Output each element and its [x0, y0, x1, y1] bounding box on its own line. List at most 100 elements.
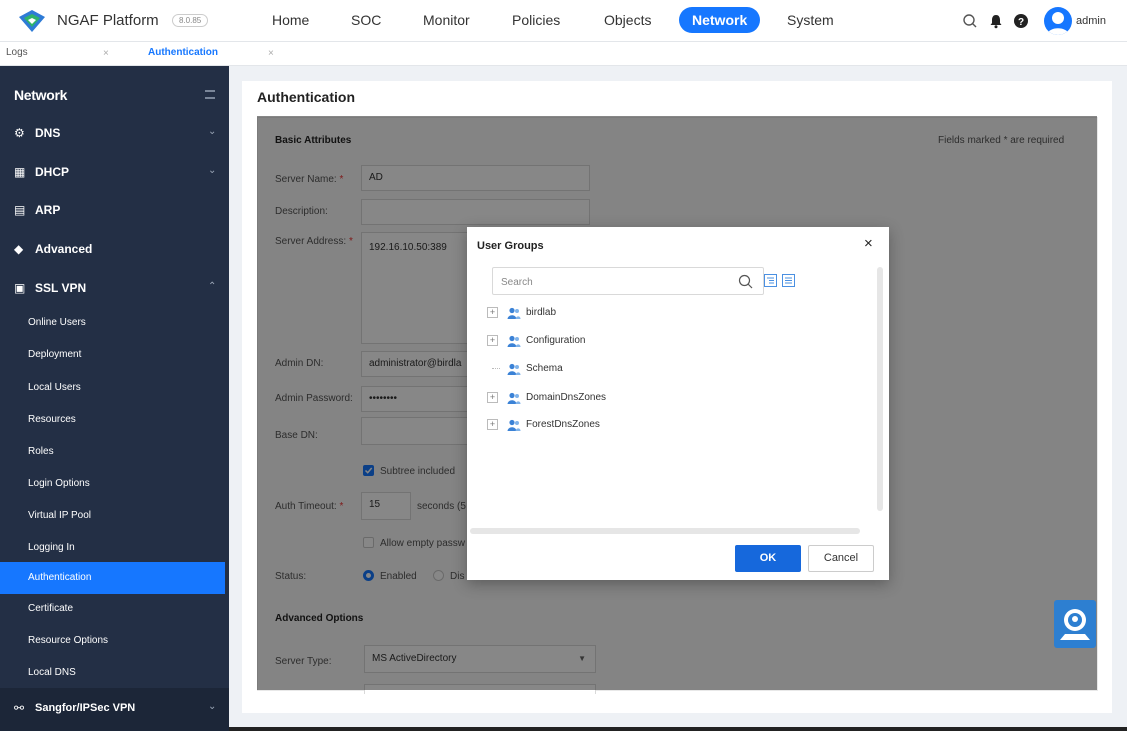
user-groups-dialog: User Groups × + birdlab + Configuration …: [467, 227, 889, 580]
sidebar-item-local-users[interactable]: Local Users: [0, 372, 225, 404]
dialog-title: User Groups: [477, 240, 544, 252]
sidebar-item-resources[interactable]: Resources: [0, 404, 225, 436]
nav-objects[interactable]: Objects: [604, 12, 651, 28]
robot-icon: [1060, 609, 1090, 640]
nav-monitor[interactable]: Monitor: [423, 12, 470, 28]
sidebar-section-label: Sangfor/IPSec VPN: [35, 702, 136, 714]
sidebar-item-label: Authentication: [28, 572, 92, 583]
username[interactable]: admin: [1076, 15, 1106, 27]
tree-connector: [492, 368, 500, 369]
sidebar-item-login-options[interactable]: Login Options: [0, 468, 225, 500]
tab-authentication-close-icon[interactable]: ×: [268, 42, 274, 66]
nav-soc[interactable]: SOC: [351, 12, 381, 28]
sidebar-item-certificate[interactable]: Certificate: [0, 593, 225, 625]
sidebar-section-label: Advanced: [35, 242, 93, 256]
user-group-icon: [507, 419, 521, 431]
chevron-down-icon: ⌄: [208, 165, 217, 176]
sidebar-section-arp[interactable]: ▤ ARP: [0, 191, 229, 229]
sidebar-item-resource-options[interactable]: Resource Options: [0, 625, 225, 657]
tree-node-label: birdlab: [526, 307, 557, 318]
nav-network[interactable]: Network: [679, 7, 761, 33]
nav-home[interactable]: Home: [272, 12, 309, 28]
tab-logs[interactable]: Logs: [6, 42, 28, 66]
dns-icon: ⚙: [14, 126, 25, 140]
sidebar-item-label: Roles: [28, 446, 54, 457]
nav-system[interactable]: System: [787, 12, 834, 28]
avatar[interactable]: [1044, 7, 1072, 35]
sidebar-item-label: Logging In: [28, 542, 75, 553]
sidebar-item-label: Deployment: [28, 349, 82, 360]
sidebar-section-label: ARP: [35, 203, 61, 217]
nav-policies[interactable]: Policies: [512, 12, 560, 28]
sidebar-section-dhcp[interactable]: ▦ DHCP ⌄: [0, 153, 229, 191]
ok-button[interactable]: OK: [735, 545, 801, 572]
tree-node-label: Configuration: [526, 335, 586, 346]
expand-node-icon[interactable]: +: [487, 419, 498, 430]
brand-name: NGAF Platform: [57, 12, 159, 29]
sidebar-item-label: Certificate: [28, 603, 74, 614]
chevron-up-icon: ⌃: [208, 281, 217, 292]
sidebar-item-label: Virtual IP Pool: [28, 510, 92, 521]
vpn-icon: ⚯: [14, 701, 25, 715]
sidebar-item-virtual-ip-pool[interactable]: Virtual IP Pool: [0, 500, 225, 532]
bottom-strip: [229, 727, 1127, 731]
sidebar-section-advanced[interactable]: ◆ Advanced: [0, 230, 229, 268]
tab-authentication[interactable]: Authentication: [148, 42, 218, 66]
tree-node-label: DomainDnsZones: [526, 392, 607, 403]
user-group-icon: [507, 392, 521, 404]
sidebar-item-label: Online Users: [28, 317, 86, 328]
bell-icon[interactable]: [988, 13, 1004, 29]
user-icon: [1047, 12, 1069, 35]
expand-node-icon[interactable]: +: [487, 392, 498, 403]
version-badge: 8.0.85: [172, 14, 209, 27]
user-group-icon: [507, 335, 521, 347]
arp-icon: ▤: [14, 203, 26, 217]
search-icon[interactable]: [738, 274, 753, 289]
sidebar-section-ssl-vpn[interactable]: ▣ SSL VPN ⌃: [0, 269, 229, 307]
svg-text:?: ?: [1018, 17, 1024, 28]
sidebar-item-label: Resource Options: [28, 635, 109, 646]
sidebar-item-label: Resources: [28, 414, 76, 425]
sidebar-item-logging-in[interactable]: Logging In: [0, 532, 225, 564]
sidebar-item-deployment[interactable]: Deployment: [0, 339, 225, 371]
horizontal-scrollbar[interactable]: [470, 528, 860, 534]
ssl-vpn-icon: ▣: [14, 281, 26, 295]
dhcp-icon: ▦: [14, 165, 26, 179]
collapse-sidebar-icon[interactable]: [205, 90, 215, 99]
expand-node-icon[interactable]: +: [487, 307, 498, 318]
tab-strip: Logs × Authentication ×: [0, 42, 1127, 66]
expand-node-icon[interactable]: +: [487, 335, 498, 346]
sidebar-section-label: DHCP: [35, 165, 70, 179]
assistant-icon[interactable]: [1054, 600, 1096, 648]
sidebar-section-dns[interactable]: ⚙ DNS ⌄: [0, 114, 229, 152]
sidebar-title: Network: [14, 87, 68, 103]
top-bar: NGAF Platform 8.0.85 Home SOC Monitor Po…: [0, 0, 1127, 42]
tab-logs-close-icon[interactable]: ×: [103, 42, 109, 66]
sidebar-section-label: DNS: [35, 126, 61, 140]
close-icon[interactable]: ×: [864, 235, 873, 252]
search-input[interactable]: [501, 274, 731, 290]
vertical-scrollbar[interactable]: [877, 267, 883, 511]
user-group-icon: [507, 363, 521, 375]
cancel-button[interactable]: Cancel: [808, 545, 874, 572]
sidebar-item-local-dns[interactable]: Local DNS: [0, 657, 225, 689]
sidebar-item-authentication[interactable]: Authentication: [0, 562, 225, 594]
expand-all-icon[interactable]: [764, 274, 777, 287]
sidebar-item-label: Local Users: [28, 382, 81, 393]
sidebar-section-sangfor-ipsec-vpn[interactable]: ⚯ Sangfor/IPSec VPN ⌄: [0, 688, 229, 731]
sidebar-item-online-users[interactable]: Online Users: [0, 307, 225, 339]
page-title: Authentication: [257, 89, 355, 105]
tree-node-label: ForestDnsZones: [526, 419, 600, 430]
search-icon[interactable]: [962, 13, 978, 29]
sidebar: Network ⚙ DNS ⌄ ▦ DHCP ⌄ ▤ ARP ◆ Advance…: [0, 66, 229, 731]
sidebar-section-label: SSL VPN: [35, 281, 87, 295]
help-icon[interactable]: ?: [1013, 13, 1029, 29]
sidebar-item-label: Local DNS: [28, 667, 76, 678]
tree-node-label: Schema: [526, 363, 563, 374]
collapse-all-icon[interactable]: [782, 274, 795, 287]
user-group-icon: [507, 307, 521, 319]
sidebar-item-roles[interactable]: Roles: [0, 436, 225, 468]
ngaf-logo: [19, 10, 45, 32]
chevron-down-icon: ⌄: [208, 701, 217, 712]
chevron-down-icon: ⌄: [208, 126, 217, 137]
